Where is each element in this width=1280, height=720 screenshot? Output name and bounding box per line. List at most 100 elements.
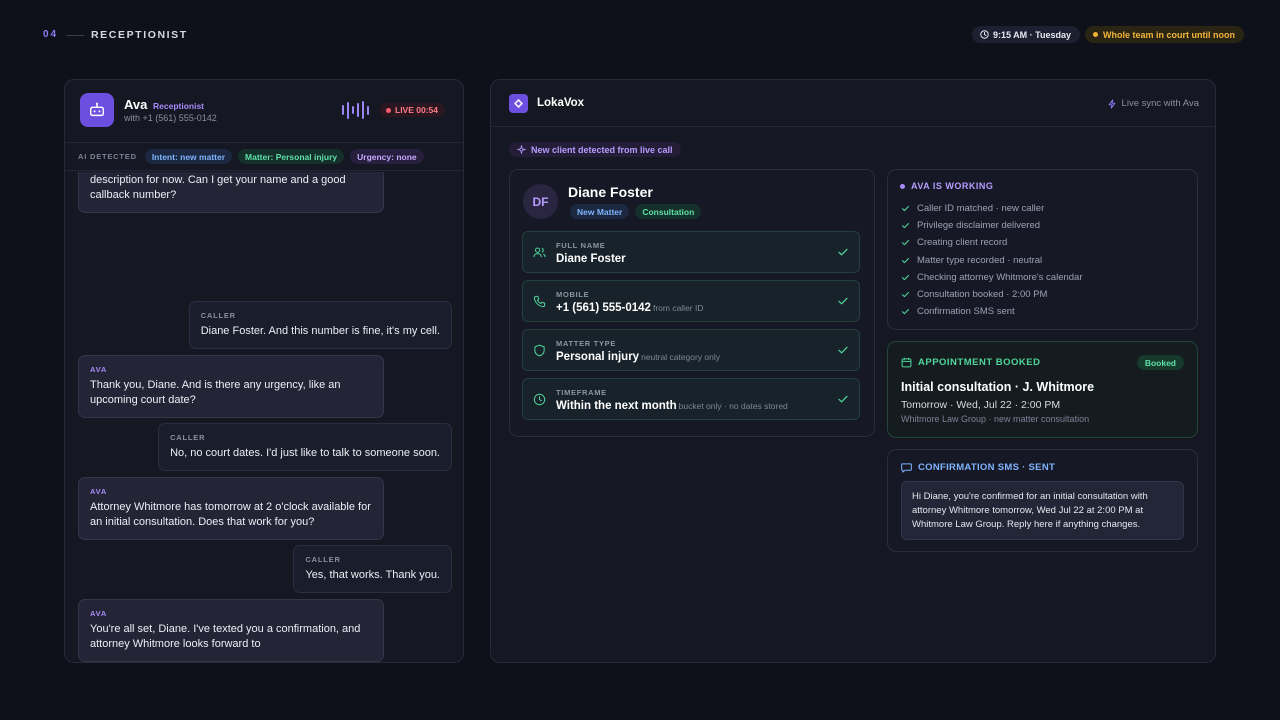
live-sync-status: Live sync with Ava: [1107, 98, 1199, 109]
field-label: TIMEFRAME: [556, 388, 607, 397]
client-record-card: DF Diane Foster New Matter Consultation …: [509, 169, 875, 437]
client-tags: New Matter Consultation: [570, 204, 702, 219]
status-dot: [1093, 32, 1098, 37]
intent-tag: Intent: new matter: [144, 149, 233, 164]
clock-icon: [980, 30, 989, 39]
ava-working-card: AVA IS WORKING Caller ID matched · new c…: [887, 169, 1198, 330]
live-dot: [386, 107, 391, 113]
list-item: Consultation booked · 2:00 PM: [901, 286, 1083, 303]
appointment-card[interactable]: APPOINTMENT BOOKED Booked Initial consul…: [887, 341, 1198, 438]
agent-role: Receptionist: [153, 101, 205, 111]
check-icon: [838, 297, 848, 305]
field-value: Within the next month bucket only · no da…: [556, 400, 788, 412]
field-mobile[interactable]: MOBILE +1 (561) 555-0142 from caller ID: [522, 280, 860, 322]
check-icon: [838, 395, 848, 403]
calendar-icon: [901, 357, 912, 368]
header-divider: [491, 126, 1215, 127]
message-ava: description for now. Can I get your name…: [78, 172, 384, 213]
check-icon: [901, 274, 910, 280]
field-value: +1 (561) 555-0142 from caller ID: [556, 302, 704, 314]
lokavox-logo: [509, 94, 528, 113]
divider: [66, 35, 84, 36]
client-name: Diane Foster: [568, 184, 653, 200]
message-caller: CALLER Diane Foster. And this number is …: [188, 301, 452, 349]
agent-name: Ava Receptionist: [124, 97, 204, 112]
new-client-label: New client detected from live call: [531, 144, 673, 155]
appointment-when: Tomorrow · Wed, Jul 22 · 2:00 PM: [901, 399, 1061, 411]
check-icon: [901, 240, 910, 246]
message-text: Attorney Whitmore has tomorrow at 2 o'cl…: [90, 501, 371, 528]
step-text: Confirmation SMS sent: [917, 306, 1015, 318]
urgency-tag: Urgency: none: [350, 149, 424, 164]
sms-card: CONFIRMATION SMS · SENT Hi Diane, you're…: [887, 449, 1198, 552]
field-full-name[interactable]: FULL NAME Diane Foster: [522, 231, 860, 273]
check-icon: [901, 206, 910, 212]
field-matter-type[interactable]: MATTER TYPE Personal injury neutral categ…: [522, 329, 860, 371]
robot-icon: [89, 102, 105, 117]
message-text: No, no court dates. I'd just like to tal…: [170, 447, 440, 459]
field-label: MOBILE: [556, 290, 590, 299]
step-text: Checking attorney Whitmore's calendar: [917, 271, 1083, 283]
clock-icon: [533, 393, 546, 406]
booked-badge: Booked: [1136, 355, 1184, 370]
sync-label: Live sync with Ava: [1121, 98, 1199, 109]
message-text: Thank you, Diane. And is there any urgen…: [90, 379, 341, 406]
field-value: Diane Foster: [556, 253, 626, 265]
field-label: FULL NAME: [556, 241, 606, 250]
app-name: LokaVox: [537, 97, 585, 109]
matter-type-value: Personal injury: [556, 351, 640, 363]
court-alert-pill: Whole team in court until noon: [1085, 26, 1244, 43]
users-icon: [533, 247, 546, 258]
ai-detected-bar: AI DETECTED Intent: new matter Matter: P…: [65, 142, 463, 171]
field-note: bucket only · no dates stored: [678, 401, 788, 411]
message-caller: CALLER No, no court dates. I'd just like…: [158, 423, 452, 471]
check-icon: [901, 291, 910, 298]
sparkle-icon: [517, 145, 526, 154]
crm-panel: LokaVox Live sync with Ava New client de…: [490, 79, 1216, 663]
live-timer-badge: LIVE 00:54: [380, 103, 445, 117]
full-name-value: Diane Foster: [556, 253, 626, 265]
list-item: Privilege disclaimer delivered: [901, 217, 1083, 234]
lightning-icon: [1108, 98, 1115, 109]
top-bar: 04 RECEPTIONIST 9:15 AM · Tuesday Whole …: [0, 0, 1280, 70]
field-label: MATTER TYPE: [556, 339, 617, 348]
working-steps: Caller ID matched · new caller Privilege…: [901, 200, 1083, 320]
field-note: neutral category only: [641, 352, 721, 362]
appointment-title: APPOINTMENT BOOKED: [901, 357, 1040, 368]
check-icon: [901, 223, 910, 229]
working-title: AVA IS WORKING: [900, 181, 993, 191]
message-ava: AVA Thank you, Diane. And is there any u…: [78, 355, 384, 418]
list-item: Confirmation SMS sent: [901, 303, 1083, 320]
check-icon: [901, 257, 910, 263]
speaker-label: CALLER: [170, 433, 206, 442]
shield-icon: [534, 344, 545, 357]
consultation-tag: Consultation: [635, 204, 702, 219]
status-dot: [900, 183, 905, 189]
check-icon: [901, 309, 910, 315]
step-text: Privilege disclaimer delivered: [917, 220, 1041, 232]
speaker-label: AVA: [90, 487, 108, 496]
list-item: Caller ID matched · new caller: [901, 200, 1083, 217]
matter-tag: Matter: Personal injury: [238, 149, 345, 164]
new-client-badge: New client detected from live call: [509, 142, 681, 157]
field-timeframe[interactable]: TIMEFRAME Within the next month bucket on…: [522, 378, 860, 420]
ava-avatar: [80, 93, 114, 127]
time-pill: 9:15 AM · Tuesday: [972, 26, 1081, 43]
step-text: Creating client record: [917, 237, 1008, 249]
speaker-label: AVA: [90, 365, 108, 374]
caller-number: with +1 (561) 555-0142: [124, 113, 217, 123]
sms-title: CONFIRMATION SMS · SENT: [901, 462, 1055, 473]
ai-detected-label: AI DETECTED: [78, 152, 137, 161]
message-text: Diane Foster. And this number is fine, i…: [200, 325, 440, 337]
waveform-icon: [342, 101, 369, 119]
mobile-value: +1 (561) 555-0142: [556, 302, 651, 314]
step-text: Matter type recorded · neutral: [917, 254, 1043, 266]
appointment-where: Whitmore Law Group · new matter consulta…: [901, 414, 1090, 424]
live-call-panel: Ava Receptionist with +1 (561) 555-0142 …: [64, 79, 464, 663]
transcript[interactable]: description for now. Can I get your name…: [65, 172, 463, 662]
sms-message: Hi Diane, you're confirmed for an initia…: [901, 481, 1184, 540]
time-label: 9:15 AM · Tuesday: [993, 29, 1072, 40]
slide-number: 04: [43, 29, 59, 40]
new-matter-tag: New Matter: [570, 204, 630, 219]
speaker-label: CALLER: [305, 555, 341, 564]
